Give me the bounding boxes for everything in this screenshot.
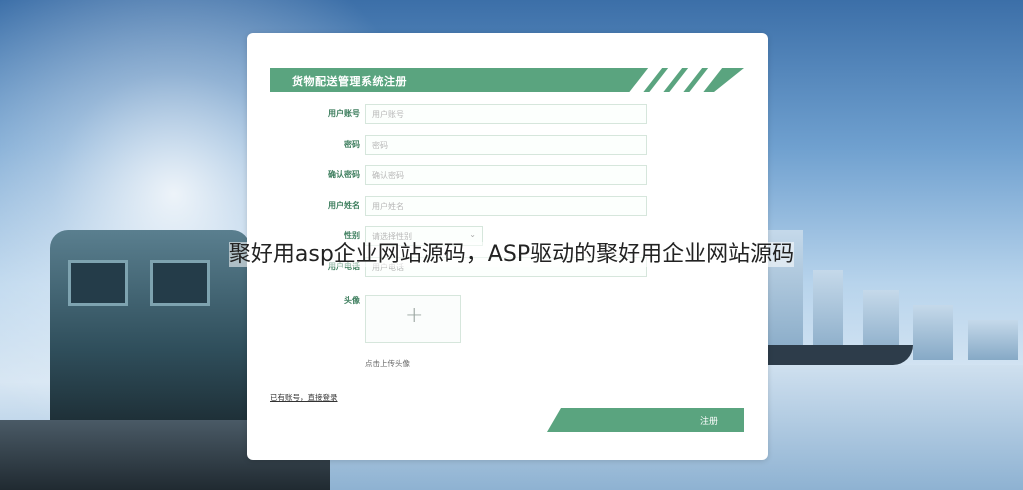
field-row-password: 密码 bbox=[270, 135, 670, 157]
cargo-ship bbox=[763, 345, 913, 365]
form-title: 货物配送管理系统注册 bbox=[292, 75, 407, 88]
register-button[interactable]: 注册 bbox=[547, 408, 744, 432]
building bbox=[968, 320, 1018, 360]
avatar-upload-button[interactable]: + bbox=[365, 295, 461, 343]
field-row-avatar: 头像 bbox=[270, 291, 670, 313]
confirm-password-input[interactable] bbox=[365, 165, 647, 185]
upload-hint: 点击上传头像 bbox=[365, 359, 410, 368]
confirm-password-label: 确认密码 bbox=[328, 170, 360, 179]
account-label: 用户账号 bbox=[328, 109, 360, 118]
avatar-label: 头像 bbox=[344, 296, 360, 305]
login-link[interactable]: 已有账号，直接登录 bbox=[270, 392, 338, 403]
building bbox=[913, 305, 953, 360]
name-label: 用户姓名 bbox=[328, 201, 360, 210]
field-row-account: 用户账号 bbox=[270, 104, 670, 126]
password-label: 密码 bbox=[344, 140, 360, 149]
plus-icon: + bbox=[405, 303, 424, 328]
register-button-label: 注册 bbox=[699, 417, 718, 427]
watermark-caption: 聚好用asp企业网站源码，ASP驱动的聚好用企业网站源码 bbox=[0, 236, 1023, 268]
account-input[interactable] bbox=[365, 104, 647, 124]
field-row-name: 用户姓名 bbox=[270, 196, 670, 218]
password-input[interactable] bbox=[365, 135, 647, 155]
form-title-bar: 货物配送管理系统注册 bbox=[270, 68, 744, 92]
name-input[interactable] bbox=[365, 196, 647, 216]
field-row-confirm: 确认密码 bbox=[270, 165, 670, 187]
watermark-caption-text: 聚好用asp企业网站源码，ASP驱动的聚好用企业网站源码 bbox=[228, 242, 795, 267]
city-skyline bbox=[763, 210, 1023, 360]
